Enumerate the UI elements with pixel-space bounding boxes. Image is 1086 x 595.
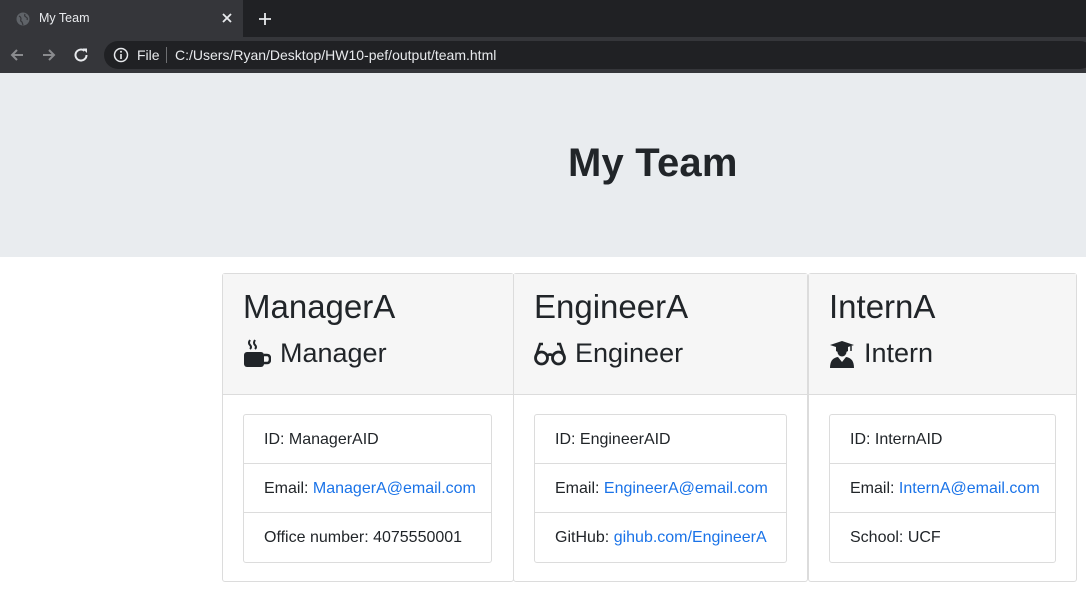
id-item: ID: EngineerAID — [535, 415, 786, 464]
email-item: Email: InternA@email.com — [830, 464, 1055, 513]
card-header: InternA Intern — [809, 274, 1076, 395]
reload-icon[interactable] — [72, 46, 90, 64]
member-name: EngineerA — [534, 288, 689, 325]
member-role: Engineer — [534, 338, 683, 369]
forward-arrow-icon[interactable] — [40, 46, 58, 64]
role-label: Manager — [280, 338, 387, 368]
email-link[interactable]: InternA@email.com — [899, 480, 1040, 497]
details-list: ID: EngineerAID Email: EngineerA@email.c… — [534, 414, 787, 563]
back-arrow-icon[interactable] — [8, 46, 26, 64]
email-item: Email: EngineerA@email.com — [535, 464, 786, 513]
details-list: ID: ManagerAID Email: ManagerA@email.com… — [243, 414, 492, 563]
info-icon[interactable] — [113, 47, 129, 63]
email-item: Email: ManagerA@email.com — [244, 464, 491, 513]
id-item: ID: InternAID — [830, 415, 1055, 464]
email-label: Email: — [264, 480, 313, 497]
email-link[interactable]: EngineerA@email.com — [604, 480, 768, 497]
glasses-icon — [534, 342, 566, 365]
member-role: Manager — [243, 338, 387, 369]
team-card-manager: ManagerA Manager ID: ManagerAID Email: M… — [222, 273, 514, 582]
office-number-item: Office number: 4075550001 — [264, 529, 463, 546]
school-item: School: UCF — [850, 529, 941, 546]
member-role: Intern — [829, 338, 933, 369]
email-link[interactable]: ManagerA@email.com — [313, 480, 476, 497]
new-tab-icon[interactable] — [257, 11, 273, 27]
close-tab-icon[interactable] — [219, 10, 235, 26]
github-link[interactable]: gihub.com/EngineerA — [614, 529, 767, 546]
address-url[interactable]: C:/Users/Ryan/Desktop/HW10-pef/output/te… — [175, 47, 496, 63]
details-list: ID: InternAID Email: InternA@email.com S… — [829, 414, 1056, 563]
mug-icon — [244, 338, 271, 367]
globe-icon — [16, 12, 30, 26]
email-label: Email: — [555, 480, 604, 497]
team-card-intern: InternA Intern ID: InternAID Email: Inte… — [808, 273, 1077, 582]
page-title: My Team — [568, 141, 738, 185]
graduate-icon — [830, 340, 854, 368]
email-label: Email: — [850, 480, 899, 497]
browser-tab[interactable]: My Team — [0, 0, 243, 37]
member-name: ManagerA — [243, 288, 396, 325]
github-item: GitHub: gihub.com/EngineerA — [535, 513, 786, 562]
card-header: ManagerA Manager — [223, 274, 513, 395]
github-label: GitHub: — [555, 529, 614, 546]
address-bar[interactable]: File C:/Users/Ryan/Desktop/HW10-pef/outp… — [104, 41, 1086, 69]
team-card-engineer: EngineerA Engineer ID: EngineerAID Email… — [513, 273, 808, 582]
role-label: Engineer — [575, 338, 684, 368]
browser-tab-bar: My Team — [0, 0, 1086, 37]
role-label: Intern — [864, 338, 934, 368]
id-item: ID: ManagerAID — [244, 415, 491, 464]
header-jumbotron: My Team — [0, 73, 1086, 257]
member-name: InternA — [829, 288, 936, 325]
tab-title: My Team — [39, 11, 90, 25]
address-divider — [166, 47, 167, 63]
card-header: EngineerA Engineer — [514, 274, 807, 395]
address-scheme-label: File — [137, 47, 160, 63]
